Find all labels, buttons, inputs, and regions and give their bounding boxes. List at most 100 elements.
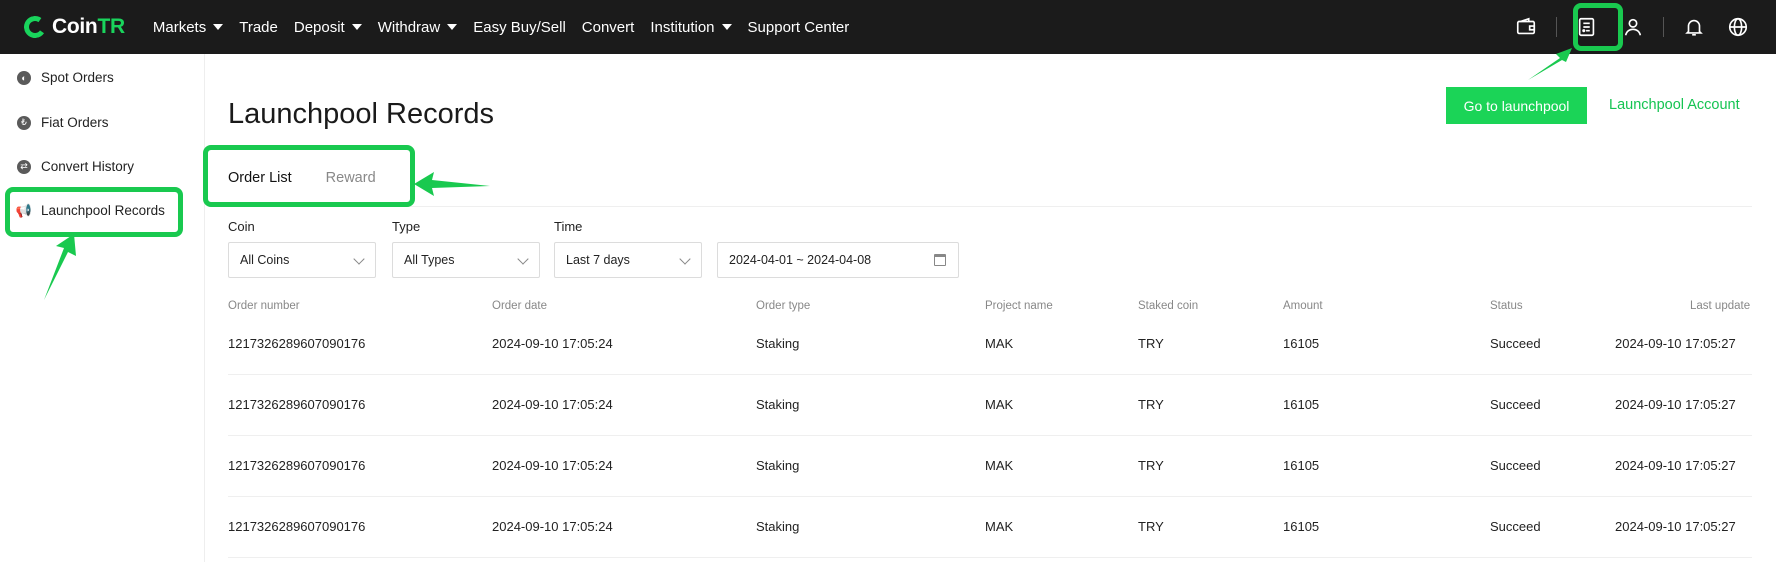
time-filter-label: Time: [554, 219, 583, 234]
divider: [1663, 17, 1664, 37]
date-range-picker[interactable]: 2024-04-01 ~ 2024-04-08: [717, 242, 959, 278]
nav-withdraw[interactable]: Withdraw: [378, 19, 458, 36]
cell-order-type: Staking: [756, 458, 800, 473]
caret-down-icon: [447, 24, 458, 30]
divider: [1556, 17, 1557, 37]
header-order-number: Order number: [228, 300, 300, 312]
nav-markets[interactable]: Markets: [153, 19, 224, 36]
nav-easy-buy-sell[interactable]: Easy Buy/Sell: [473, 19, 566, 36]
header-project-name: Project name: [985, 300, 1053, 312]
cell-staked-coin: TRY: [1138, 519, 1164, 534]
date-range-value: 2024-04-01 ~ 2024-04-08: [729, 253, 872, 267]
megaphone-icon: 📢: [15, 202, 33, 218]
cell-last-update: 2024-09-10 17:05:27: [1615, 519, 1736, 534]
cell-last-update: 2024-09-10 17:05:27: [1615, 458, 1736, 473]
cell-last-update: 2024-09-10 17:05:27: [1615, 336, 1736, 351]
table-row: 1217326289607090176 2024-09-10 17:05:24 …: [228, 436, 1752, 497]
launchpool-account-link[interactable]: Launchpool Account: [1609, 97, 1740, 113]
cell-order-number: 1217326289607090176: [228, 397, 366, 412]
sidebar-item-convert-history[interactable]: ⇄ Convert History: [17, 159, 134, 174]
arrow-to-tabs: [414, 172, 490, 196]
header-order-type: Order type: [756, 300, 811, 312]
nav-trade[interactable]: Trade: [239, 19, 278, 36]
top-navigation-bar: CoinTR Markets Trade Deposit Withdraw Ea…: [0, 0, 1776, 54]
main-nav: Markets Trade Deposit Withdraw Easy Buy/…: [153, 19, 865, 36]
cell-status: Succeed: [1490, 458, 1541, 473]
header-staked-coin: Staked coin: [1138, 300, 1199, 312]
orders-icon[interactable]: [1567, 7, 1607, 47]
sidebar-item-fiat-orders[interactable]: ₺ Fiat Orders: [17, 115, 109, 130]
user-icon[interactable]: [1613, 7, 1653, 47]
cell-project-name: MAK: [985, 336, 1014, 351]
cell-order-number: 1217326289607090176: [228, 458, 366, 473]
calendar-icon: [934, 254, 946, 266]
sidebar-item-label: Launchpool Records: [41, 203, 165, 218]
cell-staked-coin: TRY: [1138, 397, 1164, 412]
coin-select[interactable]: All Coins: [228, 242, 376, 278]
chevron-down-icon: [353, 253, 365, 265]
sidebar-item-label: Spot Orders: [41, 70, 114, 85]
cell-order-type: Staking: [756, 336, 800, 351]
chevron-down-icon: [517, 253, 529, 265]
coin-filter-label: Coin: [228, 219, 255, 234]
cell-status: Succeed: [1490, 519, 1541, 534]
cell-order-type: Staking: [756, 519, 800, 534]
logo-text: CoinTR: [52, 15, 125, 38]
spot-orders-icon: ◐: [17, 70, 31, 85]
header-status: Status: [1490, 300, 1523, 312]
table-row: 1217326289607090176 2024-09-10 17:05:24 …: [228, 314, 1752, 375]
sidebar-item-spot-orders[interactable]: ◐ Spot Orders: [17, 70, 114, 85]
page-title: Launchpool Records: [228, 98, 495, 130]
nav-deposit[interactable]: Deposit: [294, 19, 362, 36]
caret-down-icon: [721, 24, 732, 30]
cell-amount: 16105: [1283, 336, 1320, 351]
cell-amount: 16105: [1283, 519, 1320, 534]
header-order-date: Order date: [492, 300, 547, 312]
cell-status: Succeed: [1490, 336, 1541, 351]
go-to-launchpool-button[interactable]: Go to launchpool: [1446, 87, 1587, 124]
coin-tr-logo[interactable]: CoinTR: [22, 14, 125, 40]
cell-amount: 16105: [1283, 458, 1320, 473]
tab-order-list[interactable]: Order List: [228, 170, 292, 186]
caret-down-icon: [213, 24, 224, 30]
fiat-orders-icon: ₺: [17, 115, 31, 130]
convert-history-icon: ⇄: [17, 159, 31, 174]
cell-order-number: 1217326289607090176: [228, 519, 366, 534]
time-select-value: Last 7 days: [566, 253, 630, 267]
caret-down-icon: [351, 24, 362, 30]
bell-icon[interactable]: [1674, 7, 1714, 47]
sidebar-item-label: Fiat Orders: [41, 115, 109, 130]
header-last-update: Last update: [1690, 300, 1751, 312]
cell-project-name: MAK: [985, 458, 1014, 473]
coin-select-value: All Coins: [240, 253, 290, 267]
cell-order-date: 2024-09-10 17:05:24: [492, 336, 613, 351]
cell-staked-coin: TRY: [1138, 458, 1164, 473]
top-icon-group: [1506, 0, 1758, 54]
globe-icon[interactable]: [1718, 7, 1758, 47]
chevron-down-icon: [679, 253, 691, 265]
cell-order-type: Staking: [756, 397, 800, 412]
table-row: 1217326289607090176 2024-09-10 17:05:24 …: [228, 375, 1752, 436]
cell-order-date: 2024-09-10 17:05:24: [492, 519, 613, 534]
cell-order-date: 2024-09-10 17:05:24: [492, 397, 613, 412]
cell-amount: 16105: [1283, 397, 1320, 412]
time-select[interactable]: Last 7 days: [554, 242, 702, 278]
nav-institution[interactable]: Institution: [650, 19, 732, 36]
wallet-icon[interactable]: [1506, 7, 1546, 47]
tab-reward[interactable]: Reward: [326, 170, 376, 186]
sidebar-item-label: Convert History: [41, 159, 135, 174]
cell-status: Succeed: [1490, 397, 1541, 412]
tab-bar: Order List Reward: [228, 170, 410, 186]
header-amount: Amount: [1283, 300, 1323, 312]
cell-project-name: MAK: [985, 397, 1014, 412]
logo-mark-icon: [22, 14, 48, 40]
table-row: 1217326289607090176 2024-09-10 17:05:24 …: [228, 497, 1752, 558]
nav-convert[interactable]: Convert: [582, 19, 635, 36]
sidebar: ◐ Spot Orders ₺ Fiat Orders ⇄ Convert Hi…: [0, 54, 205, 562]
cell-order-number: 1217326289607090176: [228, 336, 366, 351]
nav-support-center[interactable]: Support Center: [748, 19, 850, 36]
type-select[interactable]: All Types: [392, 242, 540, 278]
tab-divider: [228, 206, 1752, 207]
type-select-value: All Types: [404, 253, 455, 267]
sidebar-item-launchpool-records[interactable]: 📢 Launchpool Records: [15, 202, 165, 219]
